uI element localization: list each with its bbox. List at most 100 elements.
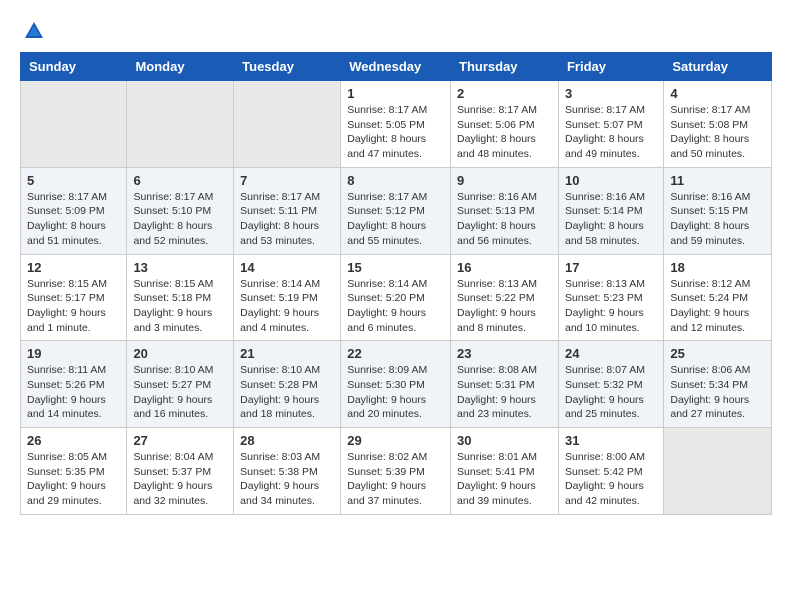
day-info: Sunrise: 8:03 AMSunset: 5:38 PMDaylight:…	[240, 450, 334, 509]
day-number: 18	[670, 260, 765, 275]
day-number: 6	[133, 173, 227, 188]
day-number: 22	[347, 346, 444, 361]
calendar-table: SundayMondayTuesdayWednesdayThursdayFrid…	[20, 52, 772, 515]
calendar-day-header: Friday	[558, 53, 663, 81]
day-info: Sunrise: 8:10 AMSunset: 5:28 PMDaylight:…	[240, 363, 334, 422]
day-info: Sunrise: 8:01 AMSunset: 5:41 PMDaylight:…	[457, 450, 552, 509]
calendar-cell: 3 Sunrise: 8:17 AMSunset: 5:07 PMDaylight…	[558, 81, 663, 168]
day-info: Sunrise: 8:17 AMSunset: 5:10 PMDaylight:…	[133, 190, 227, 249]
calendar-week-row: 19 Sunrise: 8:11 AMSunset: 5:26 PMDayligh…	[21, 341, 772, 428]
day-info: Sunrise: 8:07 AMSunset: 5:32 PMDaylight:…	[565, 363, 657, 422]
day-info: Sunrise: 8:17 AMSunset: 5:06 PMDaylight:…	[457, 103, 552, 162]
day-number: 26	[27, 433, 120, 448]
calendar-cell: 15 Sunrise: 8:14 AMSunset: 5:20 PMDayligh…	[341, 254, 451, 341]
day-info: Sunrise: 8:17 AMSunset: 5:11 PMDaylight:…	[240, 190, 334, 249]
day-number: 20	[133, 346, 227, 361]
day-number: 27	[133, 433, 227, 448]
day-info: Sunrise: 8:10 AMSunset: 5:27 PMDaylight:…	[133, 363, 227, 422]
calendar-cell: 4 Sunrise: 8:17 AMSunset: 5:08 PMDaylight…	[664, 81, 772, 168]
calendar-cell: 1 Sunrise: 8:17 AMSunset: 5:05 PMDaylight…	[341, 81, 451, 168]
day-info: Sunrise: 8:11 AMSunset: 5:26 PMDaylight:…	[27, 363, 120, 422]
day-info: Sunrise: 8:08 AMSunset: 5:31 PMDaylight:…	[457, 363, 552, 422]
day-number: 1	[347, 86, 444, 101]
day-info: Sunrise: 8:13 AMSunset: 5:23 PMDaylight:…	[565, 277, 657, 336]
day-number: 15	[347, 260, 444, 275]
day-number: 31	[565, 433, 657, 448]
calendar-cell: 12 Sunrise: 8:15 AMSunset: 5:17 PMDayligh…	[21, 254, 127, 341]
calendar-day-header: Saturday	[664, 53, 772, 81]
calendar-cell: 27 Sunrise: 8:04 AMSunset: 5:37 PMDayligh…	[127, 428, 234, 515]
day-info: Sunrise: 8:06 AMSunset: 5:34 PMDaylight:…	[670, 363, 765, 422]
day-number: 16	[457, 260, 552, 275]
day-number: 19	[27, 346, 120, 361]
day-number: 17	[565, 260, 657, 275]
day-info: Sunrise: 8:04 AMSunset: 5:37 PMDaylight:…	[133, 450, 227, 509]
calendar-cell: 8 Sunrise: 8:17 AMSunset: 5:12 PMDaylight…	[341, 167, 451, 254]
calendar-cell: 31 Sunrise: 8:00 AMSunset: 5:42 PMDayligh…	[558, 428, 663, 515]
day-info: Sunrise: 8:15 AMSunset: 5:17 PMDaylight:…	[27, 277, 120, 336]
day-number: 9	[457, 173, 552, 188]
day-info: Sunrise: 8:14 AMSunset: 5:19 PMDaylight:…	[240, 277, 334, 336]
calendar-cell: 23Sunrise: 8:08 AMSunset: 5:31 PMDayligh…	[451, 341, 559, 428]
calendar-week-row: 12 Sunrise: 8:15 AMSunset: 5:17 PMDayligh…	[21, 254, 772, 341]
day-info: Sunrise: 8:17 AMSunset: 5:07 PMDaylight:…	[565, 103, 657, 162]
logo-icon	[23, 20, 45, 42]
logo	[20, 20, 45, 42]
day-info: Sunrise: 8:00 AMSunset: 5:42 PMDaylight:…	[565, 450, 657, 509]
calendar-cell: 11 Sunrise: 8:16 AMSunset: 5:15 PMDayligh…	[664, 167, 772, 254]
day-info: Sunrise: 8:12 AMSunset: 5:24 PMDaylight:…	[670, 277, 765, 336]
day-number: 29	[347, 433, 444, 448]
calendar-cell: 25 Sunrise: 8:06 AMSunset: 5:34 PMDayligh…	[664, 341, 772, 428]
calendar-cell: 9Sunrise: 8:16 AMSunset: 5:13 PMDaylight…	[451, 167, 559, 254]
day-number: 24	[565, 346, 657, 361]
calendar-cell: 29Sunrise: 8:02 AMSunset: 5:39 PMDayligh…	[341, 428, 451, 515]
calendar-cell: 26 Sunrise: 8:05 AMSunset: 5:35 PMDayligh…	[21, 428, 127, 515]
calendar-cell	[664, 428, 772, 515]
calendar-cell: 10Sunrise: 8:16 AMSunset: 5:14 PMDayligh…	[558, 167, 663, 254]
day-info: Sunrise: 8:16 AMSunset: 5:15 PMDaylight:…	[670, 190, 765, 249]
day-number: 12	[27, 260, 120, 275]
calendar-cell: 19 Sunrise: 8:11 AMSunset: 5:26 PMDayligh…	[21, 341, 127, 428]
calendar-cell: 24 Sunrise: 8:07 AMSunset: 5:32 PMDayligh…	[558, 341, 663, 428]
day-info: Sunrise: 8:17 AMSunset: 5:09 PMDaylight:…	[27, 190, 120, 249]
day-info: Sunrise: 8:09 AMSunset: 5:30 PMDaylight:…	[347, 363, 444, 422]
calendar-cell	[234, 81, 341, 168]
calendar-day-header: Wednesday	[341, 53, 451, 81]
calendar-day-header: Sunday	[21, 53, 127, 81]
calendar-day-header: Monday	[127, 53, 234, 81]
day-number: 21	[240, 346, 334, 361]
day-number: 13	[133, 260, 227, 275]
day-info: Sunrise: 8:05 AMSunset: 5:35 PMDaylight:…	[27, 450, 120, 509]
calendar-week-row: 26 Sunrise: 8:05 AMSunset: 5:35 PMDayligh…	[21, 428, 772, 515]
day-number: 11	[670, 173, 765, 188]
day-number: 2	[457, 86, 552, 101]
day-info: Sunrise: 8:17 AMSunset: 5:12 PMDaylight:…	[347, 190, 444, 249]
day-info: Sunrise: 8:15 AMSunset: 5:18 PMDaylight:…	[133, 277, 227, 336]
day-number: 28	[240, 433, 334, 448]
day-info: Sunrise: 8:17 AMSunset: 5:05 PMDaylight:…	[347, 103, 444, 162]
calendar-cell: 2 Sunrise: 8:17 AMSunset: 5:06 PMDaylight…	[451, 81, 559, 168]
calendar-cell	[21, 81, 127, 168]
calendar-cell: 14 Sunrise: 8:14 AMSunset: 5:19 PMDayligh…	[234, 254, 341, 341]
day-number: 5	[27, 173, 120, 188]
day-number: 4	[670, 86, 765, 101]
day-info: Sunrise: 8:14 AMSunset: 5:20 PMDaylight:…	[347, 277, 444, 336]
day-number: 8	[347, 173, 444, 188]
day-number: 7	[240, 173, 334, 188]
day-number: 14	[240, 260, 334, 275]
page-header	[20, 20, 772, 42]
day-info: Sunrise: 8:13 AMSunset: 5:22 PMDaylight:…	[457, 277, 552, 336]
calendar-day-header: Tuesday	[234, 53, 341, 81]
day-info: Sunrise: 8:17 AMSunset: 5:08 PMDaylight:…	[670, 103, 765, 162]
calendar-cell: 30 Sunrise: 8:01 AMSunset: 5:41 PMDayligh…	[451, 428, 559, 515]
calendar-day-header: Thursday	[451, 53, 559, 81]
calendar-cell: 7 Sunrise: 8:17 AMSunset: 5:11 PMDaylight…	[234, 167, 341, 254]
calendar-cell: 20 Sunrise: 8:10 AMSunset: 5:27 PMDayligh…	[127, 341, 234, 428]
calendar-cell: 17 Sunrise: 8:13 AMSunset: 5:23 PMDayligh…	[558, 254, 663, 341]
calendar-header-row: SundayMondayTuesdayWednesdayThursdayFrid…	[21, 53, 772, 81]
calendar-week-row: 1 Sunrise: 8:17 AMSunset: 5:05 PMDaylight…	[21, 81, 772, 168]
calendar-cell: 22 Sunrise: 8:09 AMSunset: 5:30 PMDayligh…	[341, 341, 451, 428]
day-number: 30	[457, 433, 552, 448]
day-number: 3	[565, 86, 657, 101]
day-number: 25	[670, 346, 765, 361]
